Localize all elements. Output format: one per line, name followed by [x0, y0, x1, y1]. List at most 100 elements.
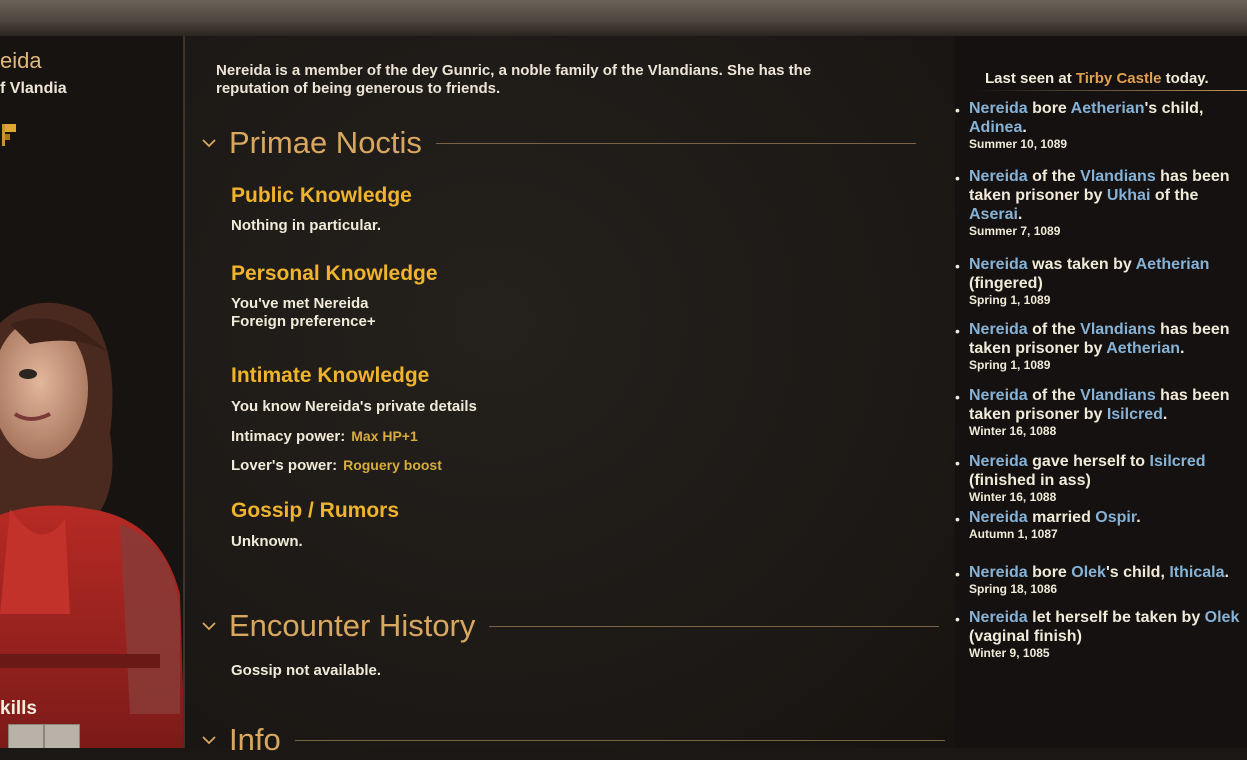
event-text: gave herself to — [1027, 453, 1150, 470]
character-faction: f Vlandia — [0, 80, 67, 97]
name-link[interactable]: Isilcred — [1150, 453, 1206, 470]
name-link[interactable]: Nereida — [969, 509, 1028, 526]
skill-icon[interactable] — [8, 724, 44, 748]
event-date: Autumn 1, 1087 — [969, 527, 1058, 541]
section-title: Info — [229, 722, 281, 757]
event-text: (finished in ass) — [969, 472, 1091, 489]
bullet: • — [955, 170, 960, 186]
history-event: Nereida was taken by Aetherian (fingered… — [969, 255, 1241, 308]
event-date: Summer 10, 1089 — [969, 137, 1068, 151]
event-text: taken prisoner by — [969, 187, 1107, 204]
name-link[interactable]: Ithicala — [1169, 564, 1224, 581]
skill-icon[interactable] — [44, 724, 80, 748]
location-link[interactable]: Tirby Castle — [1076, 70, 1162, 87]
event-text: taken prisoner by — [969, 406, 1107, 423]
lover-power-label: Lover's power: — [231, 457, 338, 474]
event-text: of the — [1027, 321, 1081, 338]
last-seen-suffix: today. — [1161, 70, 1209, 87]
name-link[interactable]: Olek — [1205, 609, 1240, 626]
event-text: taken prisoner by — [969, 340, 1107, 357]
event-text: has been — [1155, 321, 1230, 338]
section-encounter-history[interactable]: Encounter History — [201, 606, 940, 646]
name-link[interactable]: Nereida — [969, 100, 1028, 117]
bullet: • — [955, 566, 960, 582]
chevron-down-icon — [202, 736, 216, 745]
last-seen-prefix: Last seen at — [985, 70, 1076, 87]
event-text: . — [1224, 564, 1229, 581]
bullet: • — [955, 102, 960, 118]
name-link[interactable]: Aetherian — [1071, 100, 1145, 117]
encounter-text: Gossip not available. — [231, 662, 382, 679]
name-link[interactable]: Adinea — [969, 119, 1022, 136]
bullet: • — [955, 455, 960, 471]
character-panel: eida f Vlandia kills — [0, 36, 185, 748]
event-text: . — [1136, 509, 1141, 526]
name-link[interactable]: Ospir — [1095, 509, 1136, 526]
top-bar — [0, 0, 1247, 37]
bullet: • — [955, 258, 960, 274]
event-text: . — [1162, 406, 1168, 423]
name-link[interactable]: Aetherian — [1136, 256, 1210, 273]
event-date: Winter 16, 1088 — [969, 490, 1057, 504]
name-link[interactable]: Vlandians — [1080, 387, 1156, 404]
skills-label: kills — [0, 698, 37, 719]
main-content: Nereida is a member of the dey Gunric, a… — [185, 36, 955, 757]
character-portrait — [0, 302, 183, 748]
name-link[interactable]: Nereida — [969, 256, 1028, 273]
name-link[interactable]: Nereida — [969, 564, 1028, 581]
history-event: Nereida of the Vlandians has been taken … — [969, 167, 1241, 239]
banner-icon[interactable] — [2, 122, 16, 146]
event-text: married — [1027, 509, 1096, 526]
event-text: 's child, — [1144, 100, 1204, 117]
history-event: Nereida married Ospir. Autumn 1, 1087 — [969, 508, 1241, 542]
character-name: eida — [0, 48, 42, 73]
last-seen: Last seen at Tirby Castle today. — [985, 70, 1209, 87]
section-divider — [294, 739, 945, 741]
name-link[interactable]: Isilcred — [1107, 406, 1163, 423]
history-event: Nereida let herself be taken by Olek (va… — [969, 608, 1241, 661]
name-link[interactable]: Nereida — [969, 609, 1028, 626]
event-text: (vaginal finish) — [969, 628, 1082, 645]
bullet: • — [955, 611, 960, 627]
name-link[interactable]: Nereida — [969, 321, 1028, 338]
event-date: Winter 9, 1085 — [969, 646, 1050, 660]
personal-knowledge-heading: Personal Knowledge — [231, 262, 438, 285]
event-date: Spring 1, 1089 — [969, 358, 1051, 372]
event-text: of the — [1027, 168, 1081, 185]
event-text: has been — [1155, 168, 1230, 185]
event-text: of the — [1150, 187, 1199, 204]
name-link[interactable]: Aetherian — [1106, 340, 1180, 357]
event-text: . — [1180, 340, 1185, 357]
history-event: Nereida bore Aetherian's child, Adinea. … — [969, 99, 1241, 152]
personal-knowledge-line: You've met Nereida — [231, 295, 369, 312]
name-link[interactable]: Nereida — [969, 453, 1028, 470]
lover-power-value: Roguery boost — [343, 457, 442, 473]
history-event: Nereida of the Vlandians has been taken … — [969, 386, 1241, 439]
event-text: . — [1022, 119, 1027, 136]
section-primae-noctis[interactable]: Primae Noctis — [201, 123, 916, 163]
intimacy-power-value: Max HP+1 — [351, 428, 418, 444]
public-knowledge-heading: Public Knowledge — [231, 184, 412, 207]
event-text: let herself be taken by — [1027, 609, 1205, 626]
event-text: bore — [1027, 100, 1071, 117]
name-link[interactable]: Olek — [1071, 564, 1106, 581]
section-divider — [435, 142, 916, 144]
history-event: Nereida of the Vlandians has been taken … — [969, 320, 1241, 373]
event-date: Winter 16, 1088 — [969, 424, 1057, 438]
bullet: • — [955, 511, 960, 527]
name-link[interactable]: Aserai — [969, 206, 1018, 223]
name-link[interactable]: Vlandians — [1080, 321, 1156, 338]
section-info[interactable]: Info — [201, 720, 945, 760]
intimate-knowledge-heading: Intimate Knowledge — [231, 364, 430, 387]
event-text: has been — [1155, 387, 1230, 404]
name-link[interactable]: Ukhai — [1107, 187, 1151, 204]
section-title: Primae Noctis — [229, 125, 422, 160]
name-link[interactable]: Vlandians — [1080, 168, 1156, 185]
gossip-heading: Gossip / Rumors — [231, 499, 400, 522]
event-date: Summer 7, 1089 — [969, 224, 1061, 238]
name-link[interactable]: Nereida — [969, 387, 1028, 404]
divider — [975, 90, 1247, 91]
history-panel: Last seen at Tirby Castle today. • Nerei… — [955, 36, 1247, 748]
name-link[interactable]: Nereida — [969, 168, 1028, 185]
section-divider — [489, 625, 940, 627]
